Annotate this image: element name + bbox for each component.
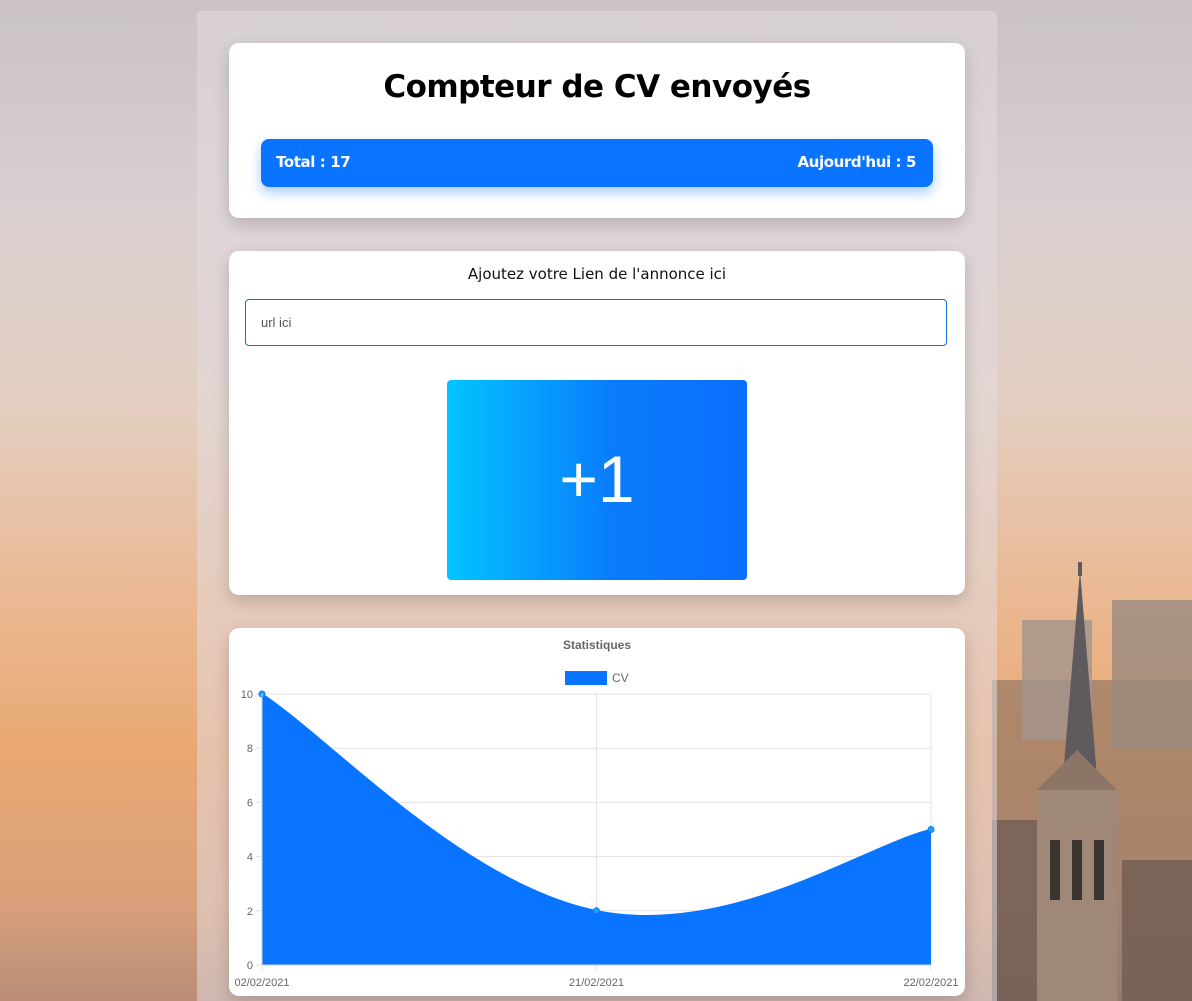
url-input[interactable]	[245, 299, 947, 346]
x-tick-label: 02/02/2021	[234, 977, 289, 989]
y-tick-label: 8	[247, 743, 253, 755]
legend-swatch-cv	[565, 671, 607, 685]
legend-label-cv: CV	[612, 671, 629, 685]
add-cv-button[interactable]: +1	[447, 380, 747, 580]
statistics-chart: 0 2 4 6 8 10 02/02/2021 21/02/2021 22/02/2021 CV	[234, 671, 959, 989]
data-point	[927, 826, 935, 833]
today-count: Aujourd'hui : 5	[797, 153, 916, 171]
y-tick-label: 10	[241, 689, 253, 701]
y-tick-label: 2	[247, 906, 253, 918]
page-title: Compteur de CV envoyés	[383, 69, 811, 105]
y-tick-label: 6	[247, 797, 253, 809]
y-tick-label: 0	[247, 960, 253, 972]
x-tick-label: 21/02/2021	[569, 977, 624, 989]
add-link-card: Ajoutez votre Lien de l'annonce ici +1	[229, 251, 965, 595]
x-tick-label: 22/02/2021	[903, 977, 958, 989]
background-church-illustration	[992, 562, 1192, 1001]
statistics-chart-card: Statistiques 0 2 4 6 8 10 02/02/2021 21/02/2021…	[229, 628, 965, 996]
y-tick-label: 4	[247, 852, 253, 864]
total-count: Total : 17	[276, 153, 351, 171]
counter-card: Compteur de CV envoyés Total : 17 Aujour…	[229, 43, 965, 218]
url-field-label: Ajoutez votre Lien de l'annonce ici	[467, 265, 727, 283]
data-point	[593, 907, 600, 915]
counter-bar: Total : 17 Aujourd'hui : 5	[261, 139, 933, 187]
